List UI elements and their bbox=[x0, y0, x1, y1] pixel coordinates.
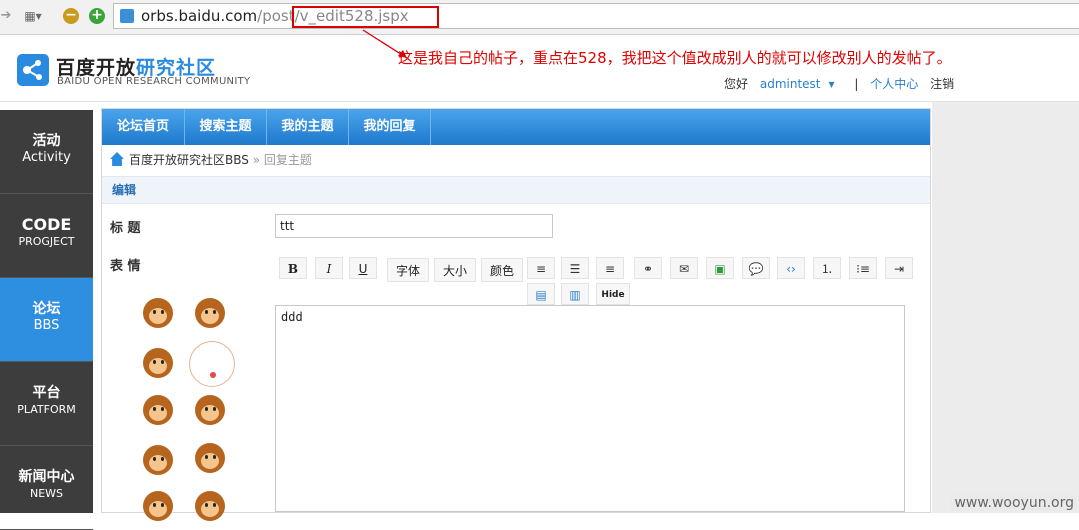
title-label: 标 题 bbox=[110, 221, 141, 236]
link-icon: ⚭ bbox=[642, 262, 654, 276]
forum-panel: 论坛首页 搜索主题 我的主题 我的回复 百度开放研究社区BBS » 回复主题 编… bbox=[101, 108, 931, 521]
font-size-button[interactable]: 大小 bbox=[434, 258, 476, 282]
monkey-hi-emoticon[interactable] bbox=[187, 294, 229, 334]
float-right-button[interactable]: ▥ bbox=[561, 283, 589, 305]
align-left-button[interactable]: ≡ bbox=[527, 257, 555, 279]
home-icon[interactable] bbox=[110, 152, 124, 166]
bold-button[interactable]: B bbox=[279, 257, 307, 279]
quote-button[interactable]: 💬 bbox=[742, 257, 770, 279]
monkey-shy-emoticon[interactable] bbox=[187, 391, 229, 431]
sidebar-item-news[interactable]: 新闻中心 NEWS bbox=[0, 446, 93, 530]
sidebar-item-sublabel: Activity bbox=[22, 150, 71, 165]
hide-button[interactable]: Hide bbox=[596, 283, 630, 305]
sidebar-item-label: CODE bbox=[21, 215, 72, 234]
indent-icon: ⇥ bbox=[893, 262, 905, 276]
logout-link[interactable]: 注销 bbox=[930, 77, 954, 91]
tab-search-topics[interactable]: 搜索主题 bbox=[185, 109, 267, 145]
annotation-text: 这是我自己的帖子，重点在528，我把这个值改成别人的就可以修改别人的发帖了。 bbox=[398, 49, 952, 67]
sidebar-item-label: 平台 bbox=[32, 385, 61, 401]
monkey-crying-emoticon[interactable] bbox=[135, 294, 177, 334]
tab-forum-home[interactable]: 论坛首页 bbox=[102, 109, 185, 145]
sidebar-item-label: 活动 bbox=[32, 133, 61, 149]
sidebar-item-code[interactable]: CODE PROGJECT bbox=[0, 194, 93, 278]
annotation-arrow bbox=[362, 29, 408, 59]
watermark: www.wooyun.org bbox=[951, 495, 1077, 511]
float-left-icon: ▤ bbox=[535, 288, 547, 302]
email-icon: ✉ bbox=[678, 262, 690, 276]
breadcrumb-separator: » bbox=[252, 153, 261, 167]
italic-button[interactable]: I bbox=[315, 257, 343, 279]
post-content-editor[interactable]: ddd bbox=[275, 305, 905, 512]
sidebar-item-sublabel: BBS bbox=[33, 318, 60, 333]
section-title: 编辑 bbox=[112, 183, 137, 197]
round-face-emoticon[interactable] bbox=[187, 339, 235, 387]
monkey-hearts-emoticon[interactable] bbox=[135, 391, 177, 431]
monkey-sunglasses-emoticon[interactable] bbox=[135, 344, 177, 384]
greeting: 您好 bbox=[724, 77, 749, 91]
code-icon: ‹› bbox=[786, 262, 796, 276]
unordered-list-icon: ⁝≡ bbox=[856, 262, 870, 276]
sidebar-item-sublabel: NEWS bbox=[29, 487, 64, 500]
post-content-text: ddd bbox=[281, 310, 303, 324]
align-right-button[interactable]: ≡ bbox=[596, 257, 624, 279]
tab-my-topics[interactable]: 我的主题 bbox=[267, 109, 349, 145]
monkey-laughing-emoticon[interactable] bbox=[187, 439, 229, 479]
username-link[interactable]: admintest ▾ bbox=[760, 77, 843, 91]
title-input[interactable] bbox=[275, 214, 553, 238]
indent-button[interactable]: ⇥ bbox=[885, 257, 913, 279]
image-button[interactable]: ▣ bbox=[706, 257, 734, 279]
sidebar-item-sublabel: PLATFORM bbox=[17, 403, 76, 416]
monkey-love-emoticon[interactable] bbox=[135, 487, 177, 527]
tab-my-replies[interactable]: 我的回复 bbox=[349, 109, 431, 145]
username-text: admintest bbox=[759, 77, 821, 91]
breadcrumb: 百度开放研究社区BBS » 回复主题 bbox=[110, 151, 312, 169]
link-separator: | bbox=[854, 77, 859, 91]
sidebar-item-label: 论坛 bbox=[32, 301, 61, 317]
breadcrumb-root[interactable]: 百度开放研究社区BBS bbox=[129, 153, 249, 167]
image-icon: ▣ bbox=[714, 262, 726, 276]
sidebar-item-sublabel: PROGJECT bbox=[18, 235, 75, 248]
breadcrumb-current: 回复主题 bbox=[263, 153, 312, 167]
unordered-list-button[interactable]: ⁝≡ bbox=[849, 257, 877, 279]
font-family-button[interactable]: 字体 bbox=[387, 258, 429, 282]
emotion-label: 表 情 bbox=[110, 259, 141, 274]
edit-section-bar: 编辑 bbox=[102, 176, 930, 204]
link-button[interactable]: ⚭ bbox=[634, 257, 662, 279]
forum-nav-tabs: 论坛首页 搜索主题 我的主题 我的回复 bbox=[102, 109, 930, 145]
align-center-button[interactable]: ☰ bbox=[561, 257, 589, 279]
user-links: 您好 admintest ▾ | 个人中心 注销 bbox=[724, 75, 962, 92]
logo-subtitle: BAIDU OPEN RESEARCH COMMUNITY bbox=[57, 76, 251, 87]
email-button[interactable]: ✉ bbox=[670, 257, 698, 279]
ordered-list-button[interactable]: ⒈ bbox=[813, 257, 841, 279]
sidebar-item-label: 新闻中心 bbox=[18, 469, 75, 485]
align-right-icon: ≡ bbox=[604, 262, 616, 276]
monkey-happy-emoticon[interactable] bbox=[187, 487, 229, 527]
right-gutter bbox=[932, 102, 1079, 513]
personal-center-link[interactable]: 个人中心 bbox=[870, 77, 918, 91]
float-left-button[interactable]: ▤ bbox=[527, 283, 555, 305]
speech-bubble-icon: 💬 bbox=[748, 262, 764, 276]
underline-button[interactable]: U bbox=[349, 257, 377, 279]
monkey-brushing-emoticon[interactable] bbox=[135, 441, 177, 481]
caret-down-icon: ▾ bbox=[828, 77, 835, 91]
sidebar-item-bbs[interactable]: 论坛 BBS bbox=[0, 278, 93, 362]
code-button[interactable]: ‹› bbox=[777, 257, 805, 279]
left-sidebar: 活动 Activity CODE PROGJECT 论坛 BBS 平台 PLAT… bbox=[0, 110, 93, 530]
sidebar-item-platform[interactable]: 平台 PLATFORM bbox=[0, 362, 93, 446]
float-right-icon: ▥ bbox=[569, 288, 581, 302]
align-center-icon: ☰ bbox=[569, 262, 581, 276]
sidebar-item-activity[interactable]: 活动 Activity bbox=[0, 110, 93, 194]
ordered-list-icon: ⒈ bbox=[820, 262, 833, 276]
font-color-button[interactable]: 颜色 bbox=[481, 258, 523, 282]
align-left-icon: ≡ bbox=[535, 262, 547, 276]
